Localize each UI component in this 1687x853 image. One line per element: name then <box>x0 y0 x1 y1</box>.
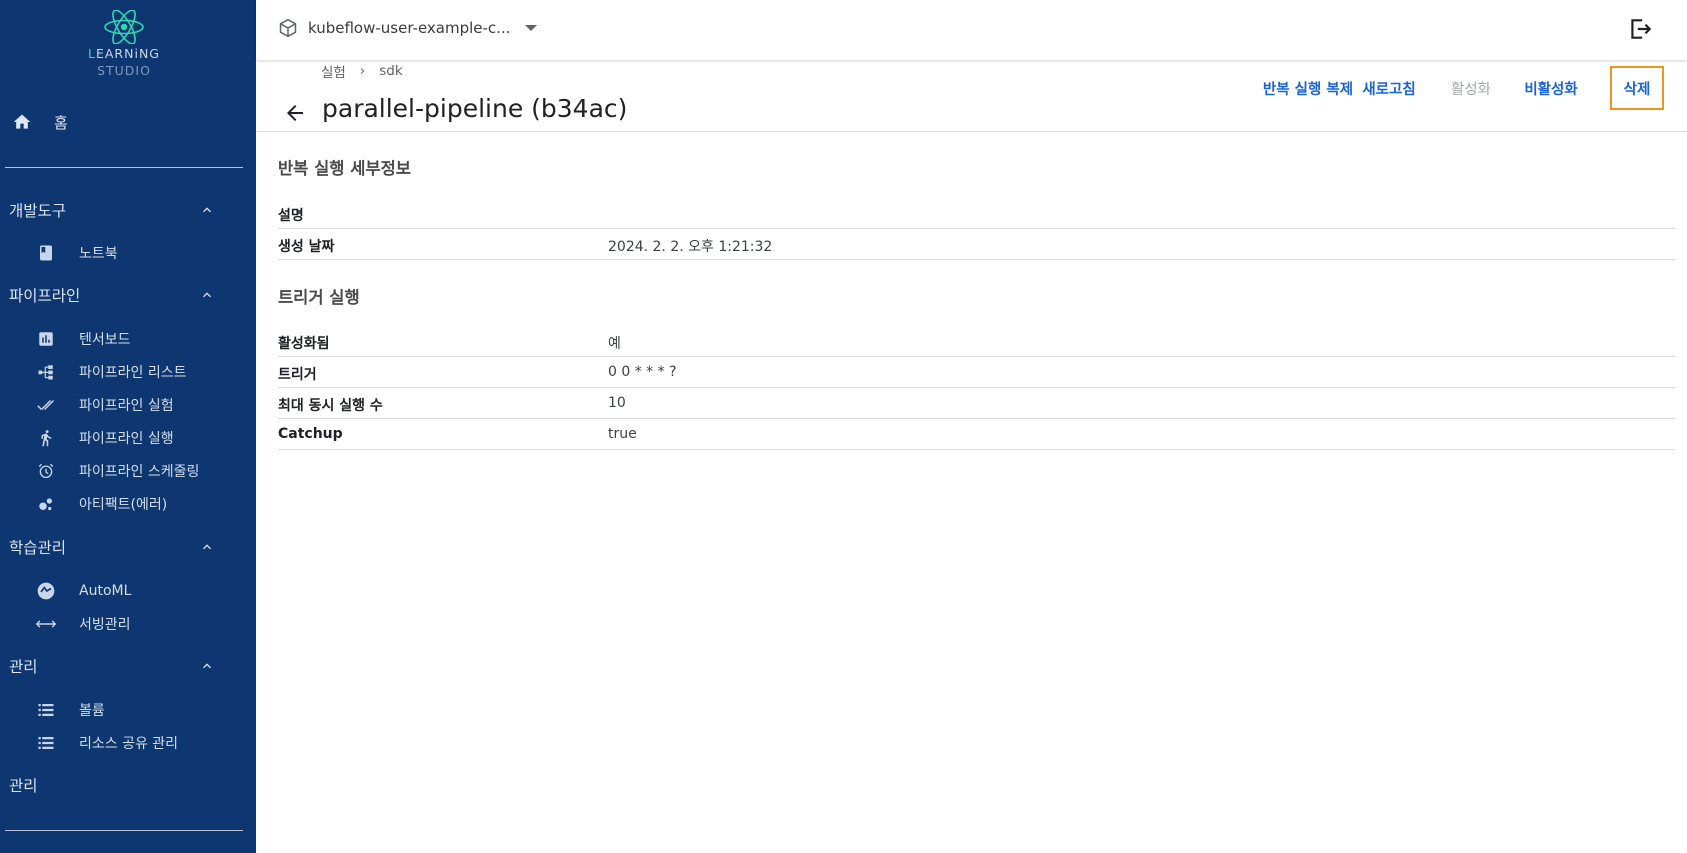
chevron-up-icon <box>203 292 211 298</box>
sidebar-item-pipeline-scheduling[interactable]: 파이프라인 스케줄링 <box>36 458 246 484</box>
double-check-icon <box>36 395 56 415</box>
sidebar-item-notebook[interactable]: 노트북 <box>36 240 246 266</box>
trigger-value: 10 <box>608 395 626 411</box>
page-title: parallel-pipeline (b34ac) <box>322 94 628 123</box>
logo-text-studio: STUDIO <box>97 63 151 78</box>
trigger-value: 0 0 * * * ? <box>608 364 677 380</box>
section-heading-trigger: 트리거 실행 <box>278 288 360 307</box>
section-heading-details: 반복 실행 세부정보 <box>278 159 411 178</box>
refresh-button[interactable]: 새로고침 <box>1352 66 1426 110</box>
bubbles-icon <box>36 494 56 514</box>
list-icon <box>36 700 56 720</box>
trigger-row: Catchup true <box>278 419 1675 450</box>
list-icon <box>36 733 56 753</box>
disable-button[interactable]: 비활성화 <box>1515 66 1587 110</box>
bar-chart-icon <box>36 329 56 349</box>
detail-row: 설명 <box>278 198 1675 229</box>
section-label: 개발도구 <box>9 202 67 220</box>
sidebar-item-label: 아티팩트(에러) <box>79 497 168 513</box>
title-divider <box>256 131 1687 132</box>
top-bar: kubeflow-user-example-c... <box>256 0 1687 60</box>
sidebar-divider <box>5 830 243 831</box>
section-label: 파이프라인 <box>9 287 81 305</box>
back-arrow-icon[interactable] <box>283 101 307 125</box>
sidebar-item-label: 파이프라인 실험 <box>79 398 174 414</box>
automl-icon <box>36 581 56 601</box>
trigger-value: 예 <box>608 336 621 352</box>
pipeline-icon <box>36 362 56 382</box>
chevron-up-icon <box>203 544 211 550</box>
detail-row: 생성 날짜 2024. 2. 2. 오후 1:21:32 <box>278 229 1675 260</box>
sidebar-item-pipeline-list[interactable]: 파이프라인 리스트 <box>36 359 246 385</box>
sidebar-item-label: AutoML <box>79 583 132 599</box>
sidebar-section-devtools[interactable]: 개발도구 <box>9 197 215 223</box>
trigger-key: 트리거 <box>278 367 317 383</box>
trigger-row: 활성화됨 예 <box>278 326 1675 357</box>
trigger-row: 트리거 0 0 * * * ? <box>278 357 1675 388</box>
sidebar-item-label: 볼륨 <box>79 703 105 719</box>
sidebar-section-admin[interactable]: 관리 <box>9 653 215 679</box>
sidebar-item-label: 파이프라인 리스트 <box>79 365 187 381</box>
atom-logo-icon <box>104 10 144 44</box>
sidebar-item-label: 서빙관리 <box>79 617 131 633</box>
namespace-label: kubeflow-user-example-c... <box>308 19 511 37</box>
cube-icon <box>279 18 297 38</box>
breadcrumb: 실험 › sdk <box>321 61 403 81</box>
detail-value: 2024. 2. 2. 오후 1:21:32 <box>608 239 773 255</box>
breadcrumb-sdk[interactable]: sdk <box>379 63 402 79</box>
logo-text-learning: LEARNiNG <box>88 46 160 61</box>
delete-button[interactable]: 삭제 <box>1610 66 1664 110</box>
trigger-row: 최대 동시 실행 수 10 <box>278 388 1675 419</box>
chevron-up-icon <box>203 663 211 669</box>
chevron-up-icon <box>203 207 211 213</box>
trigger-key: Catchup <box>278 426 343 442</box>
enable-button[interactable]: 활성화 <box>1440 66 1502 110</box>
section-label: 학습관리 <box>9 539 67 557</box>
app-logo[interactable]: LEARNiNG STUDIO <box>0 10 248 78</box>
sidebar-item-pipeline-run[interactable]: 파이프라인 실행 <box>36 425 246 451</box>
sidebar-item-automl[interactable]: AutoML <box>36 578 246 604</box>
section-label: 관리 <box>9 777 38 795</box>
sidebar-item-volume[interactable]: 볼륨 <box>36 697 246 723</box>
trigger-key: 최대 동시 실행 수 <box>278 398 383 414</box>
sidebar-section-training[interactable]: 학습관리 <box>9 534 215 560</box>
breadcrumb-separator: › <box>359 63 366 79</box>
sidebar-divider <box>5 167 243 168</box>
arrows-icon <box>36 614 56 634</box>
sidebar: LEARNiNG STUDIO 홈 개발도구 노트북 파이프라인 텐서보드 파이… <box>0 0 256 853</box>
sidebar-item-label: 노트북 <box>79 246 118 262</box>
run-icon <box>36 428 56 448</box>
alarm-icon <box>36 461 56 481</box>
sidebar-item-label: 리소스 공유 관리 <box>79 736 179 752</box>
sidebar-item-label: 파이프라인 실행 <box>79 431 174 447</box>
sidebar-item-artifacts[interactable]: 아티팩트(에러) <box>36 491 246 517</box>
sidebar-item-tensorboard[interactable]: 텐서보드 <box>36 326 246 352</box>
sidebar-item-resource-sharing[interactable]: 리소스 공유 관리 <box>36 730 246 756</box>
sidebar-item-label: 텐서보드 <box>79 332 131 348</box>
detail-key: 설명 <box>278 208 304 224</box>
sidebar-item-label: 홈 <box>54 113 68 132</box>
dropdown-caret-icon <box>524 25 537 31</box>
book-icon <box>36 243 56 263</box>
detail-key: 생성 날짜 <box>278 239 335 255</box>
section-label: 관리 <box>9 658 38 676</box>
namespace-selector[interactable]: kubeflow-user-example-c... <box>278 16 537 40</box>
sidebar-section-pipeline[interactable]: 파이프라인 <box>9 282 215 308</box>
sidebar-item-serving[interactable]: 서빙관리 <box>36 611 246 637</box>
sidebar-item-home[interactable]: 홈 <box>8 108 248 136</box>
sidebar-item-pipeline-experiment[interactable]: 파이프라인 실험 <box>36 392 246 418</box>
home-icon <box>10 110 34 134</box>
trigger-key: 활성화됨 <box>278 336 330 352</box>
sidebar-section-admin-bottom[interactable]: 관리 <box>9 772 215 798</box>
breadcrumb-experiment[interactable]: 실험 <box>321 61 346 81</box>
trigger-value: true <box>608 426 637 442</box>
sidebar-item-label: 파이프라인 스케줄링 <box>79 464 200 480</box>
logout-icon[interactable] <box>1627 16 1653 42</box>
